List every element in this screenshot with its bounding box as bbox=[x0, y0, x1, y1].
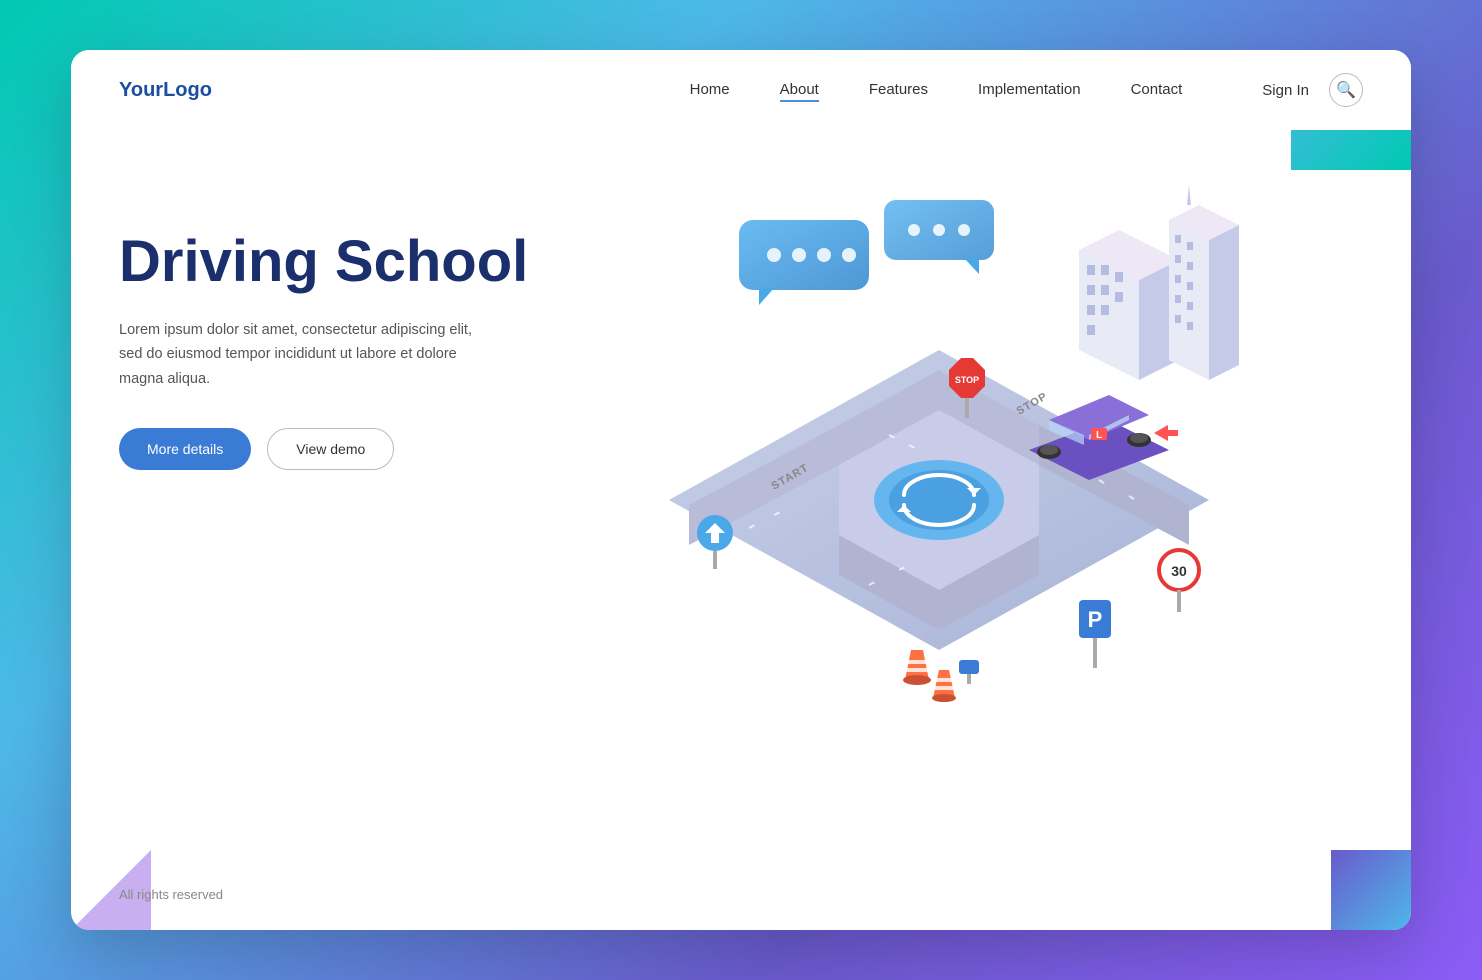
copyright-text: All rights reserved bbox=[119, 887, 223, 902]
illustration: START STOP STOP bbox=[589, 170, 1289, 830]
cta-buttons: More details View demo bbox=[119, 428, 539, 470]
nav-item-features[interactable]: Features bbox=[869, 81, 928, 99]
main-card: YourLogo Home About Features Implementat… bbox=[71, 50, 1411, 930]
nav-item-home[interactable]: Home bbox=[690, 81, 730, 99]
main-content: Driving School Lorem ipsum dolor sit ame… bbox=[71, 130, 1411, 890]
nav-item-about[interactable]: About bbox=[780, 81, 819, 99]
hero-title: Driving School bbox=[119, 230, 539, 294]
svg-text:P: P bbox=[1088, 607, 1103, 632]
left-panel: Driving School Lorem ipsum dolor sit ame… bbox=[119, 170, 539, 470]
footer: All rights reserved bbox=[119, 887, 223, 902]
nav-right: Sign In 🔍 bbox=[1262, 73, 1363, 107]
search-button[interactable]: 🔍 bbox=[1329, 73, 1363, 107]
nav-item-contact[interactable]: Contact bbox=[1131, 81, 1183, 99]
right-panel: START STOP STOP bbox=[539, 170, 1363, 850]
nav-links: Home About Features Implementation Conta… bbox=[690, 81, 1183, 99]
search-icon: 🔍 bbox=[1336, 80, 1356, 100]
more-details-button[interactable]: More details bbox=[119, 428, 251, 470]
nav-item-implementation[interactable]: Implementation bbox=[978, 81, 1081, 99]
view-demo-button[interactable]: View demo bbox=[267, 428, 394, 470]
svg-text:STOP: STOP bbox=[955, 375, 979, 385]
hero-description: Lorem ipsum dolor sit amet, consectetur … bbox=[119, 318, 479, 392]
svg-text:L: L bbox=[1096, 430, 1102, 441]
logo: YourLogo bbox=[119, 79, 212, 102]
svg-text:30: 30 bbox=[1171, 563, 1187, 579]
navbar: YourLogo Home About Features Implementat… bbox=[71, 50, 1411, 130]
signin-button[interactable]: Sign In bbox=[1262, 82, 1309, 99]
